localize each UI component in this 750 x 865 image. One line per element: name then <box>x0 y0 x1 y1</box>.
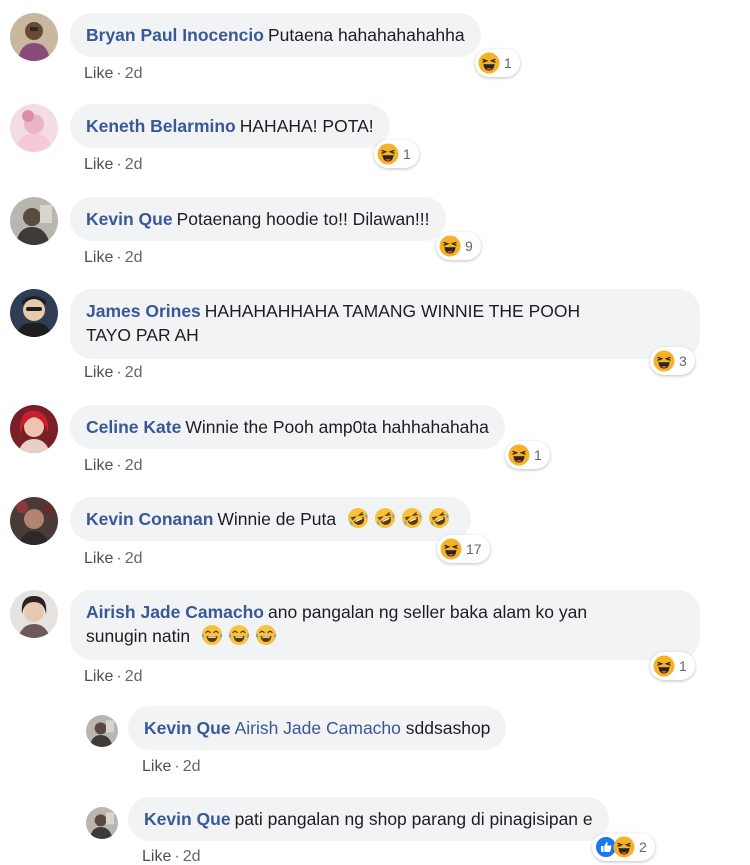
like-link[interactable]: Like <box>84 249 113 266</box>
reaction-summary[interactable]: 9 <box>436 232 481 260</box>
avatar[interactable] <box>86 715 118 747</box>
tears-of-joy-emoji <box>201 624 223 646</box>
like-link[interactable]: Like <box>84 364 113 381</box>
like-link[interactable]: Like <box>84 668 113 685</box>
reply-actions: Like · 2d <box>142 758 201 775</box>
comment-actions: Like · 2d <box>84 364 143 381</box>
reaction-count: 2 <box>639 839 647 855</box>
reply-author[interactable]: Kevin Que <box>144 809 231 829</box>
tears-of-joy-emoji <box>255 624 277 646</box>
comment-text: Winnie the Pooh amp0ta hahhahahaha <box>185 417 489 437</box>
reply-actions: Like · 2d <box>142 848 201 865</box>
comment-timestamp[interactable]: 2d <box>125 65 143 82</box>
like-link[interactable]: Like <box>142 758 171 775</box>
avatar[interactable] <box>10 13 58 61</box>
reply-author[interactable]: Kevin Que <box>144 718 231 738</box>
rolling-on-floor-laughing-emoji <box>347 507 369 529</box>
comment-text: HAHAHAHHAHA TAMANG WINNIE THE POOH <box>204 301 581 321</box>
comment-actions: Like · 2d <box>84 668 143 685</box>
avatar[interactable] <box>10 289 58 337</box>
comment-bubble: Keneth Belarmino HAHAHA! POTA! <box>70 104 390 148</box>
rolling-on-floor-laughing-emoji <box>401 507 423 529</box>
tears-of-joy-emoji <box>228 624 250 646</box>
reply-text: sddsashop <box>405 718 491 738</box>
haha-reaction-icon <box>440 538 462 560</box>
haha-reaction-icon <box>478 52 500 74</box>
comment-timestamp[interactable]: 2d <box>125 156 143 173</box>
reaction-summary[interactable]: 3 <box>650 347 695 375</box>
like-link[interactable]: Like <box>84 65 113 82</box>
avatar[interactable] <box>10 104 58 152</box>
comment-bubble: Kevin Que Potaenang hoodie to!! Dilawan!!… <box>70 197 446 241</box>
comment-author[interactable]: Bryan Paul Inocencio <box>86 25 264 45</box>
comment-bubble: Airish Jade Camacho ano pangalan ng selle… <box>70 590 700 660</box>
comment-timestamp[interactable]: 2d <box>125 364 143 381</box>
comment-author[interactable]: Airish Jade Camacho <box>86 602 264 622</box>
reply-timestamp[interactable]: 2d <box>183 848 201 865</box>
comment-bubble: Kevin Conanan Winnie de Puta <box>70 497 471 541</box>
reaction-count: 17 <box>466 541 482 557</box>
comment-bubble: Celine Kate Winnie the Pooh amp0ta hahhah… <box>70 405 505 449</box>
comment-timestamp[interactable]: 2d <box>125 249 143 266</box>
avatar[interactable] <box>10 497 58 545</box>
reply-bubble: Kevin Que pati pangalan ng shop parang di… <box>128 797 609 841</box>
reaction-summary[interactable]: 2 <box>592 833 655 861</box>
reaction-summary[interactable]: 1 <box>650 652 695 680</box>
comment-text: Winnie de Puta <box>217 509 337 529</box>
comment-actions: Like · 2d <box>84 156 143 173</box>
avatar[interactable] <box>10 590 58 638</box>
comment-bubble: Bryan Paul Inocencio Putaena hahahahahahh… <box>70 13 481 57</box>
haha-reaction-icon <box>508 444 530 466</box>
comment-actions: Like · 2d <box>84 249 143 266</box>
haha-reaction-icon <box>653 350 675 372</box>
reply-text: pati pangalan ng shop parang di pinagisi… <box>234 809 593 829</box>
like-link[interactable]: Like <box>84 457 113 474</box>
reply-mention[interactable]: Airish Jade Camacho <box>235 718 401 738</box>
comment-bubble: James Orines HAHAHAHHAHA TAMANG WINNIE TH… <box>70 289 700 359</box>
haha-reaction-icon <box>377 143 399 165</box>
comment-text: Potaenang hoodie to!! Dilawan!!! <box>176 209 430 229</box>
comment-timestamp[interactable]: 2d <box>125 457 143 474</box>
comment-text: ano pangalan ng seller baka alam ko yan <box>267 602 588 622</box>
comment-author[interactable]: Celine Kate <box>86 417 181 437</box>
comment-timestamp[interactable]: 2d <box>125 668 143 685</box>
comment-actions: Like · 2d <box>84 457 143 474</box>
reaction-count: 1 <box>534 447 542 463</box>
like-link[interactable]: Like <box>142 848 171 865</box>
comment-author[interactable]: Kevin Que <box>86 209 173 229</box>
comment-author[interactable]: Keneth Belarmino <box>86 116 236 136</box>
reaction-count: 1 <box>679 658 687 674</box>
avatar[interactable] <box>10 197 58 245</box>
comment-timestamp[interactable]: 2d <box>125 550 143 567</box>
haha-reaction-icon <box>439 235 461 257</box>
haha-reaction-icon <box>653 655 675 677</box>
comment-author[interactable]: Kevin Conanan <box>86 509 213 529</box>
comment-text: Putaena hahahahahahha <box>267 25 465 45</box>
reaction-summary[interactable]: 1 <box>505 441 550 469</box>
reaction-count: 1 <box>403 146 411 162</box>
comment-text: HAHAHA! POTA! <box>239 116 374 136</box>
reaction-summary[interactable]: 1 <box>475 49 520 77</box>
reply-bubble: Kevin Que Airish Jade Camacho sddsashop <box>128 706 507 750</box>
like-link[interactable]: Like <box>84 156 113 173</box>
reaction-summary[interactable]: 1 <box>374 140 419 168</box>
avatar[interactable] <box>86 807 118 839</box>
like-link[interactable]: Like <box>84 550 113 567</box>
comment-text: TAYO PAR AH <box>86 325 199 345</box>
rolling-on-floor-laughing-emoji <box>374 507 396 529</box>
comment-text: sunugin natin <box>86 626 191 646</box>
comment-actions: Like · 2d <box>84 65 143 82</box>
rolling-on-floor-laughing-emoji <box>428 507 450 529</box>
reaction-count: 3 <box>679 353 687 369</box>
comment-author[interactable]: James Orines <box>86 301 201 321</box>
comment-actions: Like · 2d <box>84 550 143 567</box>
reaction-summary[interactable]: 17 <box>437 535 490 563</box>
reaction-count: 9 <box>465 238 473 254</box>
reply-timestamp[interactable]: 2d <box>183 758 201 775</box>
haha-reaction-icon <box>613 836 635 858</box>
reaction-count: 1 <box>504 55 512 71</box>
avatar[interactable] <box>10 405 58 453</box>
